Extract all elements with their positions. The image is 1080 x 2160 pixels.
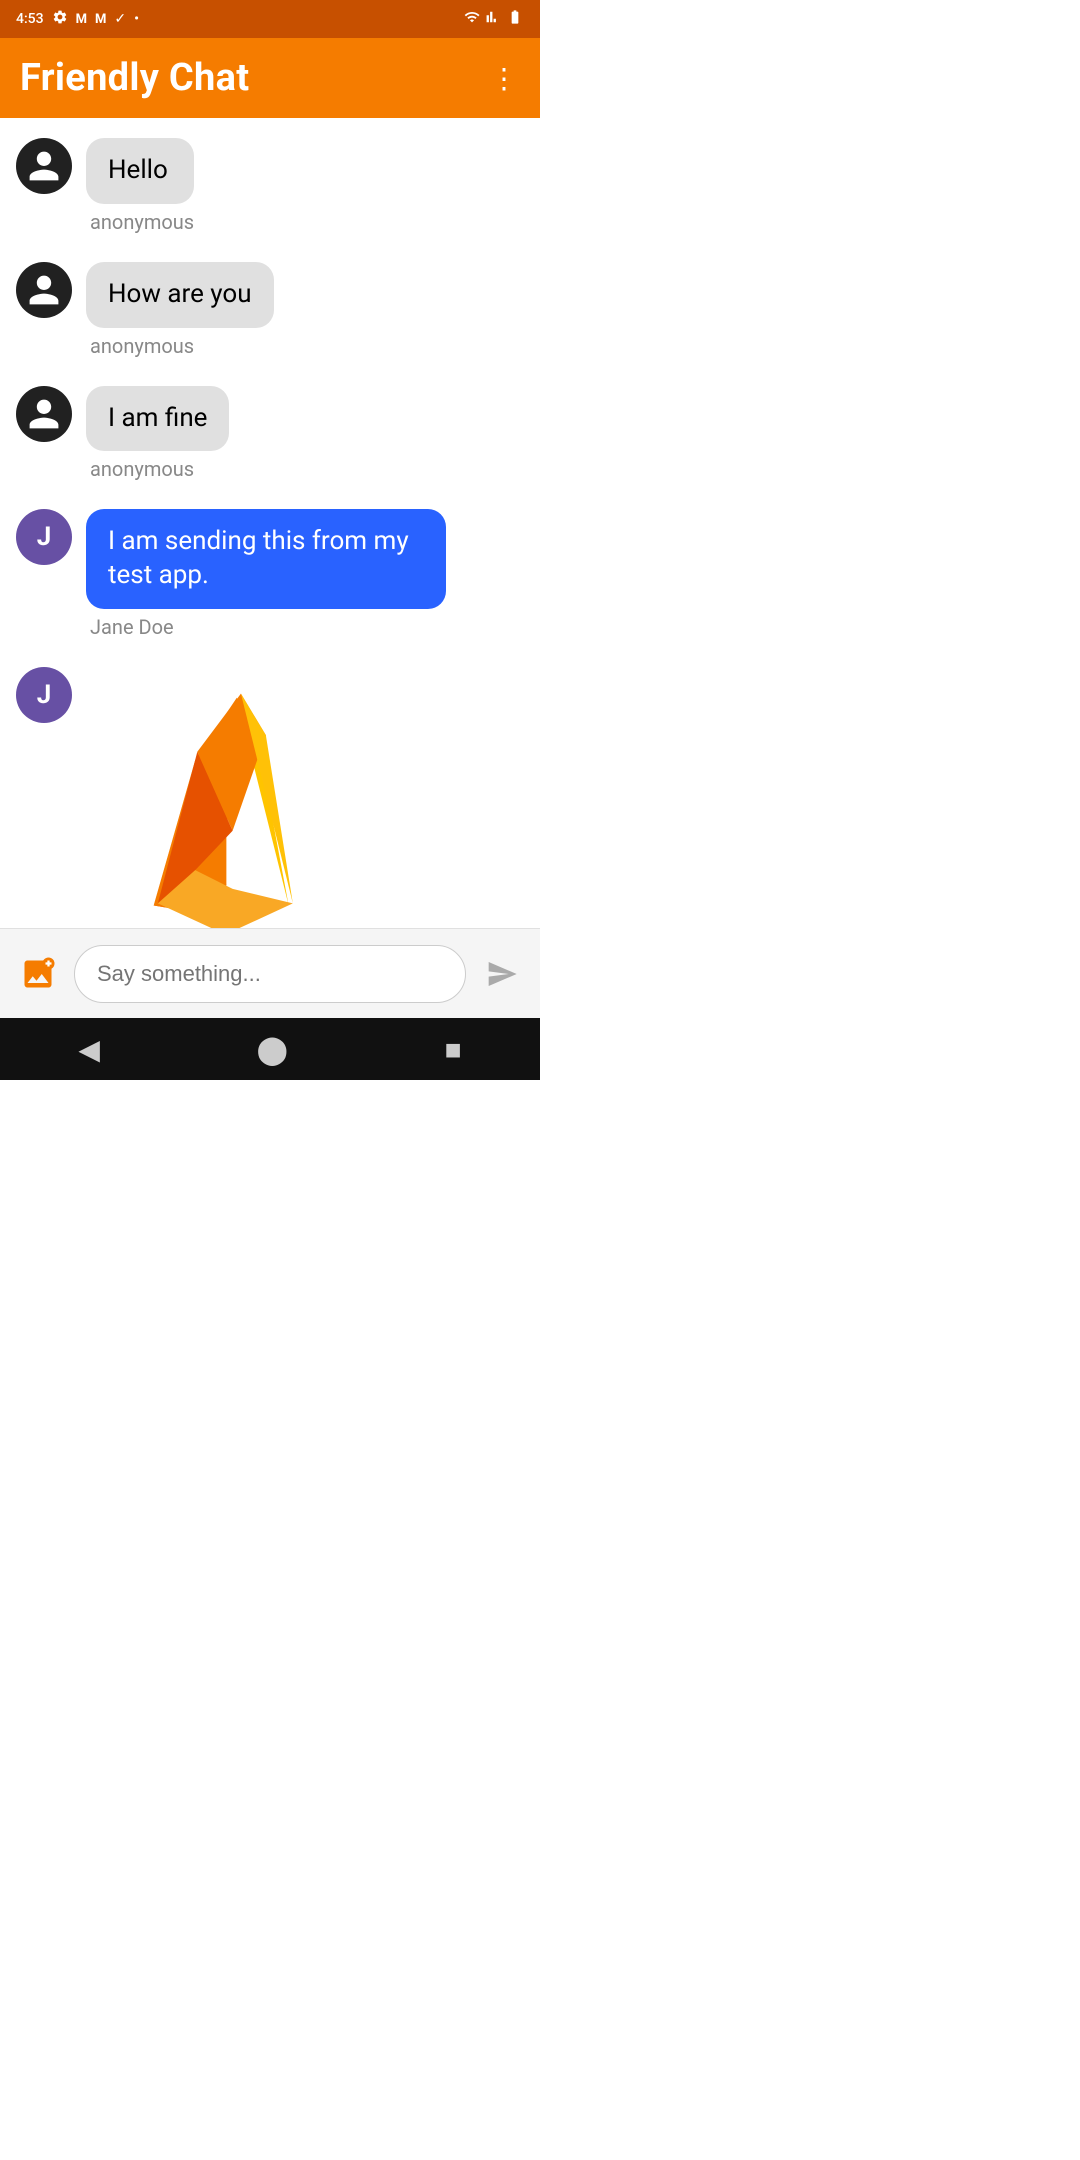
bubble-group-5: Jane Doe	[86, 667, 346, 958]
sender-name-3: anonymous	[86, 457, 229, 481]
check-icon: ✓	[114, 11, 126, 27]
bubble-group-4: I am sending this from my test app. Jane…	[86, 509, 446, 639]
message-bubble-4: I am sending this from my test app.	[86, 509, 446, 609]
message-bubble-1: Hello	[86, 138, 194, 204]
message-row: How are you anonymous	[16, 262, 524, 358]
time-display: 4:53	[16, 11, 44, 27]
settings-icon	[52, 9, 68, 29]
send-button[interactable]	[478, 950, 526, 998]
sender-name-1: anonymous	[86, 210, 194, 234]
back-button[interactable]: ◀	[78, 1033, 100, 1066]
more-options-button[interactable]: ⋮	[490, 62, 520, 95]
home-button[interactable]: ⬤	[257, 1033, 288, 1066]
app-title: Friendly Chat	[20, 56, 249, 100]
battery-icon	[506, 9, 524, 29]
avatar-anon-3	[16, 386, 72, 442]
status-bar: 4:53 M M ✓ •	[0, 0, 540, 38]
message-input[interactable]	[74, 945, 466, 1003]
dot-icon: •	[134, 11, 139, 27]
gmail-icon: M	[76, 12, 87, 27]
sender-name-4: Jane Doe	[86, 615, 446, 639]
message-row: J I am sending this from my test app. Ja…	[16, 509, 524, 639]
status-right	[464, 9, 524, 29]
status-left: 4:53 M M ✓ •	[16, 9, 139, 29]
wifi-icon	[464, 9, 480, 29]
add-image-button[interactable]	[14, 950, 62, 998]
sender-name-2: anonymous	[86, 334, 274, 358]
message-row: Hello anonymous	[16, 138, 524, 234]
messages-area: Hello anonymous How are you anonymous	[0, 118, 540, 958]
avatar-jane-1: J	[16, 509, 72, 565]
input-bar	[0, 928, 540, 1018]
message-row: J	[16, 667, 524, 958]
avatar-jane-2: J	[16, 667, 72, 723]
avatar-anon-2	[16, 262, 72, 318]
firebase-logo-icon	[106, 677, 326, 947]
message-row: I am fine anonymous	[16, 386, 524, 482]
signal-icon	[486, 9, 500, 29]
bubble-group-2: How are you anonymous	[86, 262, 274, 358]
bottom-nav: ◀ ⬤ ■	[0, 1018, 540, 1080]
app-bar: Friendly Chat ⋮	[0, 38, 540, 118]
message-bubble-2: How are you	[86, 262, 274, 328]
gmail2-icon: M	[95, 12, 106, 27]
message-bubble-3: I am fine	[86, 386, 229, 452]
bubble-group-3: I am fine anonymous	[86, 386, 229, 482]
avatar-anon-1	[16, 138, 72, 194]
recents-button[interactable]: ■	[445, 1033, 462, 1066]
image-bubble-5	[86, 667, 346, 957]
bubble-group-1: Hello anonymous	[86, 138, 194, 234]
